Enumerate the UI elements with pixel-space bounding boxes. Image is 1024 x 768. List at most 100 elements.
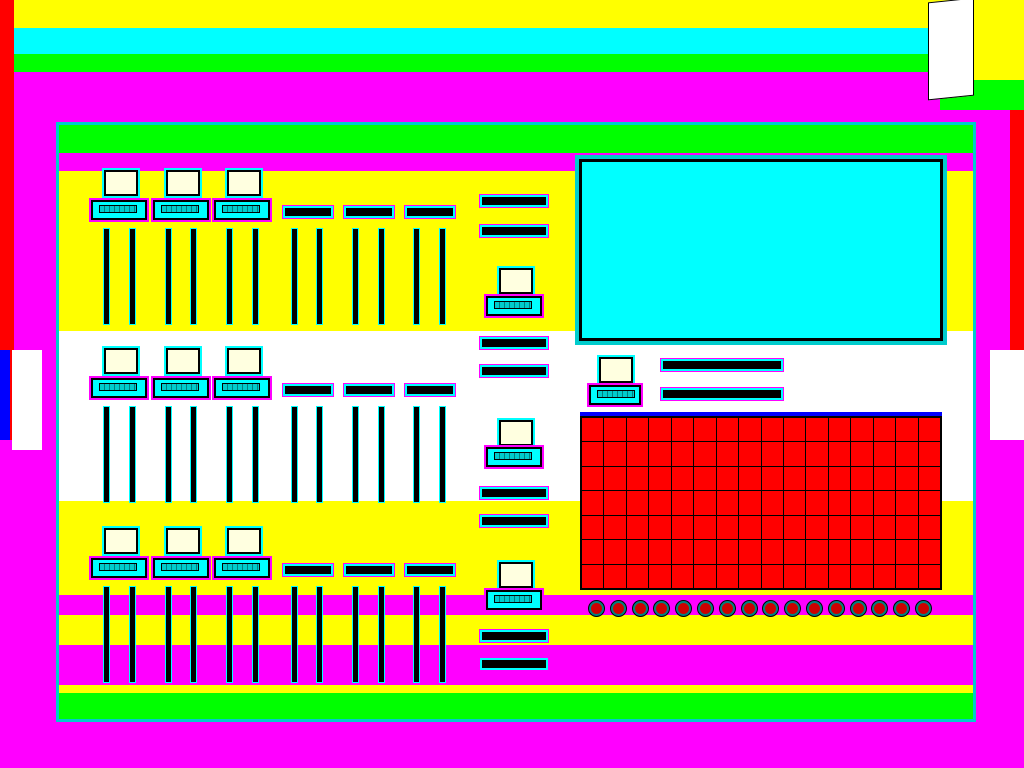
drum-pad[interactable] xyxy=(873,540,896,564)
channel-select-button[interactable] xyxy=(166,348,200,374)
drum-pad[interactable] xyxy=(671,491,694,515)
drum-pad[interactable] xyxy=(851,491,873,515)
drum-pad[interactable] xyxy=(604,540,626,564)
drum-pad[interactable] xyxy=(761,418,783,442)
channel-fader[interactable] xyxy=(413,406,420,503)
drum-pad[interactable] xyxy=(626,491,649,515)
drum-pad[interactable] xyxy=(761,515,783,540)
center-knob[interactable] xyxy=(486,447,542,467)
drum-pad[interactable] xyxy=(806,442,828,466)
channel-fader[interactable] xyxy=(316,586,323,683)
channel-knob[interactable] xyxy=(153,200,209,220)
drum-pad[interactable] xyxy=(649,442,671,466)
channel-fader[interactable] xyxy=(252,406,259,503)
center-select-button[interactable] xyxy=(499,268,533,294)
drum-pad[interactable] xyxy=(828,466,851,491)
channel-select-button[interactable] xyxy=(104,528,138,554)
drum-pad[interactable] xyxy=(649,491,671,515)
channel-fader[interactable] xyxy=(439,586,446,683)
drum-pad[interactable] xyxy=(783,466,806,491)
led-indicator[interactable] xyxy=(763,601,779,616)
drum-pad[interactable] xyxy=(851,442,873,466)
drum-pad[interactable] xyxy=(671,515,694,540)
drum-pad[interactable] xyxy=(582,466,604,491)
led-indicator[interactable] xyxy=(807,601,822,616)
drum-pad[interactable] xyxy=(604,466,626,491)
drum-pad[interactable] xyxy=(896,515,918,540)
channel-fader[interactable] xyxy=(413,586,420,683)
channel-fader[interactable] xyxy=(103,406,110,503)
channel-select-button[interactable] xyxy=(227,528,261,554)
drum-pad[interactable] xyxy=(671,418,694,442)
drum-pad[interactable] xyxy=(761,442,783,466)
drum-pad[interactable] xyxy=(896,466,918,491)
drum-pad[interactable] xyxy=(671,466,694,491)
led-indicator[interactable] xyxy=(632,601,648,616)
channel-fader[interactable] xyxy=(226,228,233,325)
drum-pad[interactable] xyxy=(604,515,626,540)
channel-fader[interactable] xyxy=(103,586,110,683)
screen-select-knob[interactable] xyxy=(589,385,641,405)
drum-pad[interactable] xyxy=(828,418,851,442)
led-indicator[interactable] xyxy=(916,601,931,616)
channel-fader[interactable] xyxy=(226,406,233,503)
channel-fader[interactable] xyxy=(291,406,298,503)
channel-select-button[interactable] xyxy=(227,348,261,374)
drum-pad[interactable] xyxy=(761,564,783,588)
drum-pad[interactable] xyxy=(626,466,649,491)
channel-knob[interactable] xyxy=(214,200,270,220)
channel-knob[interactable] xyxy=(153,378,209,398)
drum-pad[interactable] xyxy=(626,515,649,540)
drum-pad[interactable] xyxy=(694,540,716,564)
channel-fader[interactable] xyxy=(165,586,172,683)
drum-pad[interactable] xyxy=(761,540,783,564)
drum-pad[interactable] xyxy=(918,515,940,540)
drum-pad[interactable] xyxy=(783,418,806,442)
drum-pad[interactable] xyxy=(694,564,716,588)
drum-pad[interactable] xyxy=(783,540,806,564)
drum-pad[interactable] xyxy=(649,466,671,491)
drum-pad[interactable] xyxy=(739,418,761,442)
channel-fader[interactable] xyxy=(413,228,420,325)
channel-fader[interactable] xyxy=(129,406,136,503)
led-indicator[interactable] xyxy=(610,601,626,616)
drum-pad[interactable] xyxy=(828,442,851,466)
drum-pad[interactable] xyxy=(604,564,626,588)
channel-knob[interactable] xyxy=(214,378,270,398)
drum-pad[interactable] xyxy=(604,491,626,515)
drum-pad[interactable] xyxy=(896,418,918,442)
channel-fader[interactable] xyxy=(352,228,359,325)
drum-pad[interactable] xyxy=(783,564,806,588)
drum-pad[interactable] xyxy=(716,540,739,564)
drum-pad[interactable] xyxy=(582,442,604,466)
drum-pad[interactable] xyxy=(806,540,828,564)
channel-knob[interactable] xyxy=(91,378,147,398)
drum-pad[interactable] xyxy=(582,491,604,515)
drum-pad[interactable] xyxy=(582,418,604,442)
channel-knob[interactable] xyxy=(91,558,147,578)
drum-pad[interactable] xyxy=(918,564,940,588)
led-indicator[interactable] xyxy=(850,601,866,616)
center-select-button[interactable] xyxy=(499,562,533,588)
drum-pad[interactable] xyxy=(582,540,604,564)
drum-pad[interactable] xyxy=(806,491,828,515)
drum-pad[interactable] xyxy=(739,491,761,515)
drum-pad[interactable] xyxy=(739,442,761,466)
drum-pad[interactable] xyxy=(649,540,671,564)
led-indicator[interactable] xyxy=(785,601,801,616)
led-indicator[interactable] xyxy=(741,601,757,616)
channel-select-button[interactable] xyxy=(104,348,138,374)
channel-knob[interactable] xyxy=(153,558,209,578)
drum-pad[interactable] xyxy=(761,466,783,491)
drum-pad[interactable] xyxy=(828,515,851,540)
drum-pad[interactable] xyxy=(694,442,716,466)
drum-pad[interactable] xyxy=(873,515,896,540)
channel-fader[interactable] xyxy=(129,228,136,325)
led-indicator[interactable] xyxy=(589,601,604,616)
drum-pad[interactable] xyxy=(582,564,604,588)
drum-pad[interactable] xyxy=(783,491,806,515)
drum-pad[interactable] xyxy=(851,418,873,442)
drum-pad[interactable] xyxy=(851,564,873,588)
channel-fader[interactable] xyxy=(165,228,172,325)
drum-pad[interactable] xyxy=(716,564,739,588)
